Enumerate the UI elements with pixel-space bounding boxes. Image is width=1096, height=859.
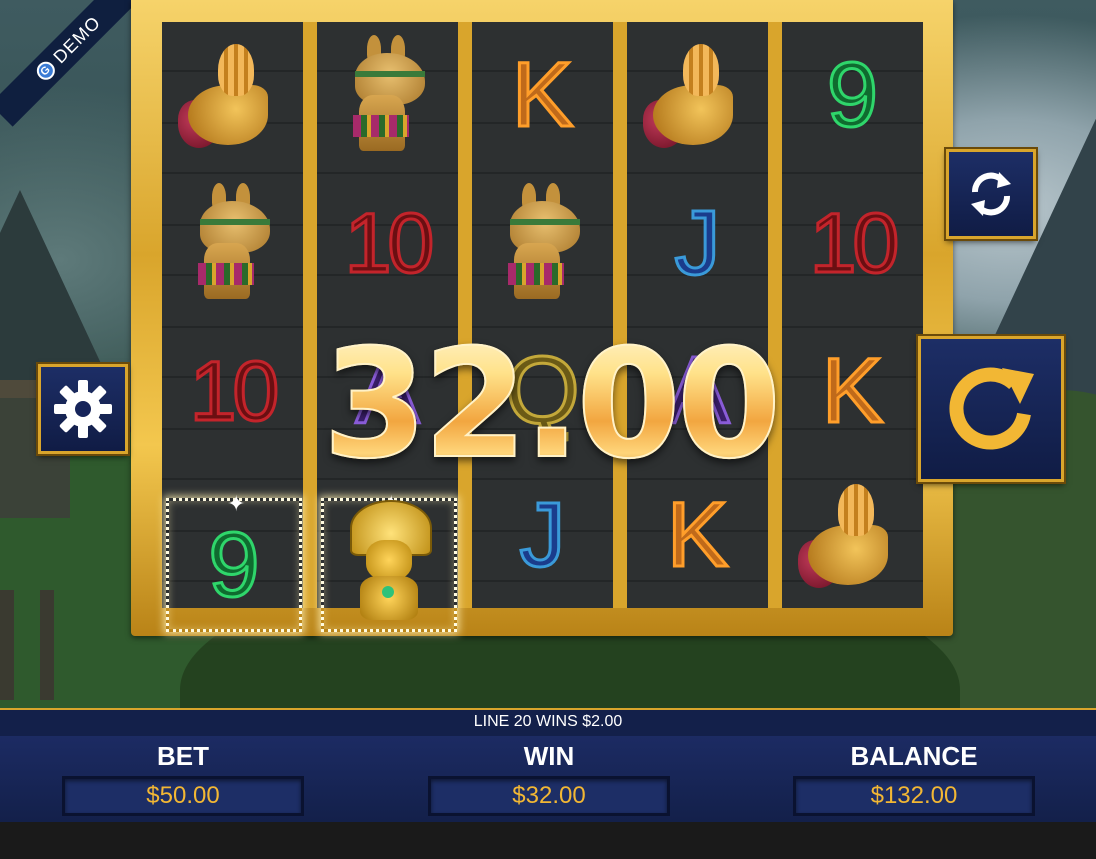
- settings-button[interactable]: [38, 364, 128, 454]
- brand-logo-icon: G: [33, 58, 59, 84]
- balance-value: $132.00: [793, 776, 1035, 816]
- symbol-label: J: [518, 484, 567, 586]
- symbol-label: K: [510, 44, 574, 146]
- bet-value: $50.00: [62, 776, 304, 816]
- symbol-label: 10: [188, 344, 280, 438]
- horn-icon: [177, 40, 288, 150]
- win-value: $32.00: [428, 776, 670, 816]
- symbol-llama: [472, 170, 613, 316]
- balance-label: BALANCE: [850, 741, 978, 771]
- symbol-label: 9: [207, 514, 261, 616]
- spin-arrow-icon: [949, 367, 1034, 450]
- reel-5: 9 10 K: [782, 22, 923, 608]
- llama-icon: [178, 183, 288, 303]
- symbol-label: 10: [343, 196, 435, 290]
- reel-3: K Q J: [472, 22, 627, 608]
- balance-meter: BALANCE $132.00: [790, 736, 1038, 816]
- sparkle-icon: ✦: [227, 491, 246, 516]
- symbol-9: 9: [782, 22, 923, 168]
- bet-meter[interactable]: BET $50.00: [59, 736, 307, 816]
- symbol-label: K: [820, 340, 884, 442]
- symbol-horn: [627, 22, 768, 168]
- reel-1: 10 ✦ 9: [162, 22, 317, 632]
- reel-4: J A K: [627, 22, 782, 608]
- llama-icon: [333, 35, 443, 155]
- reel-2: 10 A ✦: [317, 22, 472, 632]
- symbol-K: K: [472, 22, 613, 168]
- spin-button[interactable]: [918, 336, 1064, 482]
- symbol-J: J: [627, 170, 768, 316]
- symbol-10: 10: [782, 170, 923, 316]
- symbol-10: 10: [317, 170, 458, 316]
- meter-panel: BET $50.00 WIN $32.00 BALANCE $132.00: [0, 736, 1096, 822]
- win-meter: WIN $32.00: [425, 736, 673, 816]
- symbol-llama: [162, 170, 303, 316]
- autoplay-button[interactable]: [946, 149, 1036, 239]
- llama-icon: [488, 183, 598, 303]
- symbol-label: K: [665, 484, 729, 586]
- footer-strip: [0, 822, 1096, 859]
- golden-idol-icon: [334, 500, 444, 630]
- symbol-label: 9: [825, 44, 879, 146]
- bet-label: BET: [157, 741, 209, 771]
- symbol-idol-winning: ✦: [321, 491, 457, 632]
- symbol-label: J: [673, 192, 722, 294]
- gear-icon: [54, 380, 112, 438]
- symbol-9-winning: ✦ 9: [166, 491, 302, 632]
- horn-icon: [797, 480, 908, 590]
- symbol-llama: [317, 22, 458, 168]
- win-line-message: LINE 20 WINS $2.00: [0, 708, 1096, 738]
- horn-icon: [642, 40, 753, 150]
- reel-grid: 10 ✦ 9 10 A ✦ K Q J: [162, 22, 923, 632]
- win-label: WIN: [523, 741, 575, 771]
- symbol-label: 10: [808, 196, 900, 290]
- symbol-horn: [162, 22, 303, 168]
- refresh-icon: [971, 172, 1011, 216]
- win-amount-overlay: 32.00: [270, 324, 830, 486]
